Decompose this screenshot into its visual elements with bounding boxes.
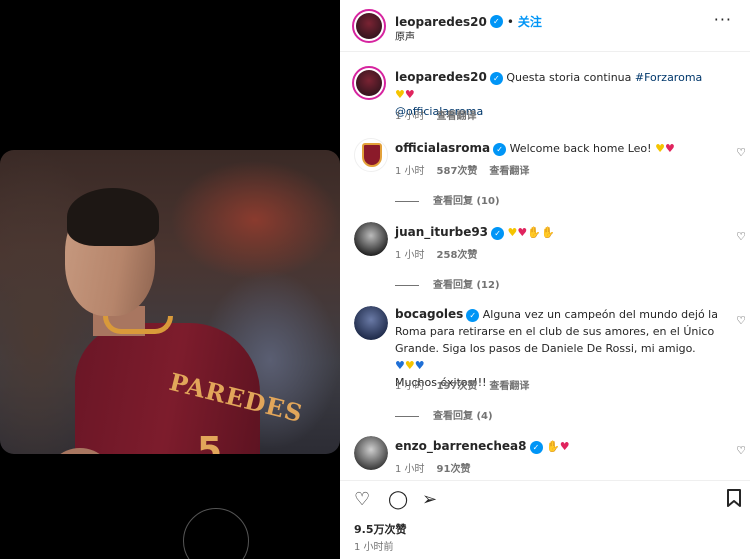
author-username[interactable]: leoparedes20 (395, 15, 487, 29)
shirt-number: 5 (197, 430, 223, 454)
comment-username[interactable]: enzo_barrenechea8 (395, 439, 527, 453)
verified-icon: ✓ (493, 142, 507, 156)
verified-icon: ✓ (489, 15, 503, 28)
action-bar: ♡ ◯ ➢ (340, 480, 750, 516)
comment-time[interactable]: 1 小时 (395, 464, 425, 475)
comment-like-icon[interactable]: ♡ (736, 146, 746, 159)
comment-username[interactable]: officialasroma (395, 141, 490, 155)
clap-icon: ✋ (541, 226, 555, 239)
yellow-heart-icon: ♥ (404, 359, 415, 372)
bookmark-icon[interactable] (726, 489, 742, 512)
heart-icon[interactable]: ♡ (354, 489, 370, 510)
comment-icon[interactable]: ◯ (388, 489, 408, 510)
post-header: leoparedes20 ✓ • 关注 原声 ··· (340, 0, 750, 52)
caption-username[interactable]: leoparedes20 (395, 70, 487, 84)
follow-button[interactable]: 关注 (518, 15, 542, 29)
translate-button[interactable]: 查看翻译 (489, 166, 529, 177)
comment-username[interactable]: bocagoles (395, 307, 463, 321)
verified-icon: ✓ (489, 71, 503, 85)
hashtag-link[interactable]: #Forzaroma (635, 71, 702, 84)
red-heart-icon: ♥ (404, 88, 415, 101)
caption-text: Questa storia continua (506, 71, 632, 84)
comment-text: Welcome back home Leo! (509, 142, 652, 155)
audio-label[interactable]: 原声 (395, 28, 415, 43)
translate-button[interactable]: 查看翻译 (489, 381, 529, 392)
author-avatar[interactable] (352, 9, 386, 43)
post-panel: leoparedes20 ✓ • 关注 原声 ··· leoparedes20 ✓ Qu… (340, 0, 750, 559)
view-replies-button[interactable]: 查看回复 (12) (395, 276, 500, 291)
caption-meta: 1 小时 查看翻译 (395, 107, 489, 122)
verified-icon: ✓ (491, 226, 505, 240)
post-photo: PAREDES 5 (0, 150, 340, 454)
yellow-heart-icon: ♥ (395, 88, 405, 101)
comment-meta: 1 小时 587次赞 查看翻译 (395, 162, 541, 177)
comment-username[interactable]: juan_iturbe93 (395, 225, 488, 239)
caption-time[interactable]: 1 小时 (395, 111, 425, 122)
blue-heart-icon: ♥ (414, 359, 425, 372)
more-options-icon[interactable]: ··· (714, 10, 732, 29)
comment-like-icon[interactable]: ♡ (736, 444, 746, 457)
view-replies-button[interactable]: 查看回复 (10) (395, 192, 500, 207)
comment-likes[interactable]: 197次赞 (437, 381, 478, 392)
comment-time[interactable]: 1 小时 (395, 381, 425, 392)
share-icon[interactable]: ➢ (422, 489, 437, 510)
verified-icon: ✓ (529, 440, 543, 454)
author-line: leoparedes20 ✓ • 关注 (395, 15, 542, 29)
comment-likes[interactable]: 91次赞 (437, 464, 471, 475)
caption-avatar[interactable] (352, 66, 386, 100)
post-time[interactable]: 1 小时前 (354, 538, 394, 553)
comment-avatar[interactable] (354, 306, 388, 340)
post-media[interactable]: PAREDES 5 (0, 0, 340, 559)
comment-meta: 1 小时 91次赞 (395, 460, 482, 475)
comment-time[interactable]: 1 小时 (395, 166, 425, 177)
likes-count[interactable]: 9.5万次赞 (354, 521, 407, 537)
comment-likes[interactable]: 587次赞 (437, 166, 478, 177)
media-ring-decoration (183, 508, 249, 559)
red-heart-icon: ♥ (517, 226, 528, 239)
clap-icon: ✋ (527, 226, 541, 239)
view-replies-button[interactable]: 查看回复 (4) (395, 407, 493, 422)
comment-like-icon[interactable]: ♡ (736, 230, 746, 243)
comment-avatar[interactable] (354, 138, 388, 172)
comment-avatar[interactable] (354, 436, 388, 470)
red-heart-icon: ♥ (559, 440, 570, 453)
red-heart-icon: ♥ (664, 142, 675, 155)
comment-like-icon[interactable]: ♡ (736, 314, 746, 327)
yellow-heart-icon: ♥ (507, 226, 518, 239)
comment-avatar[interactable] (354, 222, 388, 256)
yellow-heart-icon: ♥ (655, 142, 665, 155)
post-dialog: PAREDES 5 leoparedes20 ✓ • 关注 原声 ··· leopar… (0, 0, 750, 559)
comment-meta: 1 小时 258次赞 (395, 246, 489, 261)
comment-likes[interactable]: 258次赞 (437, 250, 478, 261)
comment-time[interactable]: 1 小时 (395, 250, 425, 261)
comment-meta: 1 小时 197次赞 查看翻译 (395, 377, 541, 392)
translate-button[interactable]: 查看翻译 (437, 111, 477, 122)
verified-icon: ✓ (466, 308, 480, 322)
clap-icon: ✋ (546, 440, 560, 453)
blue-heart-icon: ♥ (395, 359, 405, 372)
